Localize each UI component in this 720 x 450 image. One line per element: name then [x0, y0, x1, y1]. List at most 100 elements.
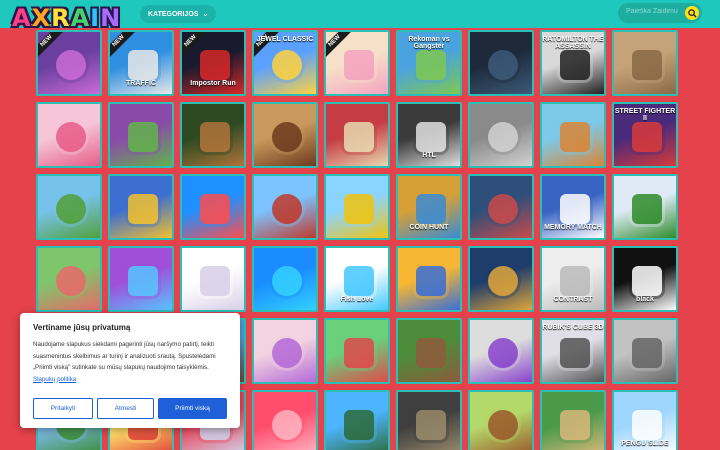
game-tile[interactable] — [252, 390, 318, 450]
game-thumbnail-art — [344, 410, 374, 440]
game-thumbnail-art — [344, 122, 374, 152]
game-tile[interactable] — [324, 390, 390, 450]
game-tile[interactable] — [36, 102, 102, 168]
game-tile[interactable] — [468, 174, 534, 240]
categories-menu-button[interactable]: KATEGORIJOS ⌄ — [140, 5, 217, 23]
game-tile[interactable] — [36, 246, 102, 312]
customize-button[interactable]: Pritaikyti — [33, 398, 93, 419]
cookie-body-text: Naudojame slapukus siekdami pagerinti jū… — [33, 341, 216, 371]
game-tile[interactable] — [612, 30, 678, 96]
game-tile[interactable]: Fish Love — [324, 246, 390, 312]
game-thumbnail-art — [272, 266, 302, 296]
game-tile[interactable] — [540, 102, 606, 168]
game-thumbnail-art — [416, 338, 446, 368]
game-thumbnail-art — [488, 194, 518, 224]
accept-all-button[interactable]: Priimti viską — [158, 398, 227, 419]
cookie-body: Naudojame slapukus siekdami pagerinti jū… — [33, 339, 227, 385]
game-thumbnail-art — [128, 50, 158, 80]
game-thumbnail-art — [488, 338, 518, 368]
game-tile[interactable] — [396, 246, 462, 312]
search-placeholder: Paieška Žaidimu — [626, 8, 678, 15]
reject-button[interactable]: Atmesti — [97, 398, 154, 419]
game-tile[interactable]: black — [612, 246, 678, 312]
game-tile[interactable] — [468, 102, 534, 168]
game-thumbnail-art — [128, 194, 158, 224]
game-tile[interactable] — [324, 102, 390, 168]
game-tile[interactable] — [252, 102, 318, 168]
game-thumbnail-art — [272, 338, 302, 368]
game-thumbnail-art — [632, 122, 662, 152]
game-tile[interactable] — [108, 102, 174, 168]
game-thumbnail-art — [560, 338, 590, 368]
game-tile[interactable] — [468, 390, 534, 450]
game-tile[interactable]: MEMORY MATCH — [540, 174, 606, 240]
game-tile[interactable] — [396, 390, 462, 450]
game-tile[interactable]: CONTRAST — [540, 246, 606, 312]
cookie-consent-dialog: Vertiname jūsų privatumą Naudojame slapu… — [20, 313, 240, 428]
game-thumbnail-art — [488, 122, 518, 152]
game-tile[interactable]: STREET FIGHTER II — [612, 102, 678, 168]
game-tile[interactable] — [396, 318, 462, 384]
game-thumbnail-art — [416, 194, 446, 224]
game-tile[interactable] — [108, 174, 174, 240]
game-tile[interactable]: NEW — [324, 30, 390, 96]
site-logo[interactable]: AXRAIN — [12, 4, 121, 32]
game-tile[interactable]: Rekoman vs Gangster — [396, 30, 462, 96]
game-thumbnail-art — [344, 266, 374, 296]
game-thumbnail-art — [56, 194, 86, 224]
game-tile[interactable]: NEW Impostor Run — [180, 30, 246, 96]
game-tile[interactable] — [180, 174, 246, 240]
game-tile[interactable] — [180, 246, 246, 312]
game-thumbnail-art — [128, 122, 158, 152]
game-tile[interactable] — [36, 174, 102, 240]
cookie-buttons: Pritaikyti Atmesti Priimti viską — [33, 398, 227, 419]
game-tile[interactable] — [252, 246, 318, 312]
game-thumbnail-art — [56, 50, 86, 80]
game-tile[interactable] — [612, 174, 678, 240]
game-tile[interactable]: RATOMILTON THE ASSASSIN — [540, 30, 606, 96]
game-title: STREET FIGHTER II — [614, 108, 676, 122]
game-tile[interactable]: COIN HUNT — [396, 174, 462, 240]
game-title: PENGU SLIDE — [621, 440, 669, 447]
game-tile[interactable] — [252, 318, 318, 384]
game-title: RUBIK'S CUBE 3D — [542, 324, 604, 331]
categories-menu-label: KATEGORIJOS — [148, 10, 199, 18]
game-thumbnail-art — [416, 122, 446, 152]
game-tile[interactable] — [108, 246, 174, 312]
game-title: COIN HUNT — [409, 224, 449, 231]
top-navigation-bar: AXRAIN KATEGORIJOS ⌄ Paieška Žaidimu — [0, 0, 720, 32]
game-thumbnail-art — [632, 50, 662, 80]
search-box[interactable]: Paieška Žaidimu — [618, 3, 702, 23]
cookie-policy-link[interactable]: Slapukų politika — [33, 376, 76, 383]
game-tile[interactable] — [540, 390, 606, 450]
game-thumbnail-art — [56, 122, 86, 152]
game-tile[interactable]: NEW JEWEL CLASSIC — [252, 30, 318, 96]
game-thumbnail-art — [488, 266, 518, 296]
game-tile[interactable] — [324, 318, 390, 384]
game-title: Fish Love — [340, 296, 374, 303]
game-tile[interactable]: HTL — [396, 102, 462, 168]
game-tile[interactable]: RUBIK'S CUBE 3D — [540, 318, 606, 384]
game-tile[interactable] — [468, 30, 534, 96]
game-thumbnail-art — [632, 194, 662, 224]
game-tile[interactable] — [252, 174, 318, 240]
search-icon[interactable] — [685, 6, 699, 20]
game-thumbnail-art — [272, 122, 302, 152]
game-tile[interactable] — [612, 318, 678, 384]
game-thumbnail-art — [560, 410, 590, 440]
game-tile[interactable]: PENGU SLIDE — [612, 390, 678, 450]
game-thumbnail-art — [560, 266, 590, 296]
game-thumbnail-art — [344, 338, 374, 368]
chevron-down-icon: ⌄ — [202, 11, 209, 18]
game-tile[interactable]: NEW TRAFFIC — [108, 30, 174, 96]
game-title: Impostor Run — [190, 80, 236, 87]
game-thumbnail-art — [632, 410, 662, 440]
game-thumbnail-art — [560, 194, 590, 224]
game-thumbnail-art — [272, 50, 302, 80]
game-thumbnail-art — [200, 50, 230, 80]
game-tile[interactable] — [180, 102, 246, 168]
game-tile[interactable] — [468, 318, 534, 384]
game-tile[interactable] — [324, 174, 390, 240]
game-tile[interactable] — [468, 246, 534, 312]
game-tile[interactable]: NEW — [36, 30, 102, 96]
